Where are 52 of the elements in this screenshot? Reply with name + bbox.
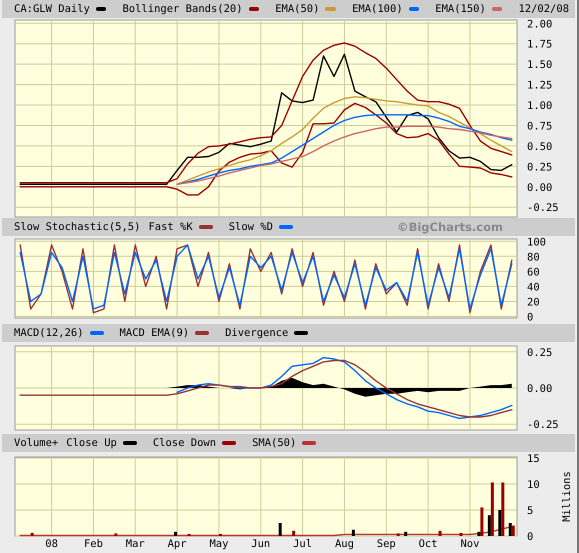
legend-label: EMA(150): [435, 3, 486, 15]
legend-label: MACD(12,26): [14, 327, 84, 339]
axis-label: 10: [527, 479, 540, 492]
legend-label: SMA(50): [252, 437, 296, 449]
axis-label: -0.25: [527, 202, 559, 214]
legend-label: Bollinger Bands(20): [122, 3, 243, 15]
axis-label: 60: [527, 266, 540, 278]
axis-label: Mar: [126, 538, 145, 550]
axis-label: 0: [527, 312, 534, 324]
axis-label: Apr: [168, 538, 187, 550]
axis-label: Sep: [376, 538, 396, 550]
legend-label: MACD EMA(9): [120, 327, 190, 339]
legend-label: Fast %K: [148, 221, 193, 233]
axis-label: 1.75: [527, 38, 552, 51]
axis-label: 08: [45, 538, 58, 550]
panel-title: Slow Stochastic(5,5): [14, 221, 140, 233]
panel-title: Volume+: [14, 437, 58, 449]
axis-label: 0.00: [527, 182, 552, 194]
axis-label: May: [209, 538, 228, 550]
credit-text: ©BigCharts.com: [397, 220, 503, 234]
axis-label: 1.50: [527, 59, 552, 72]
axis-label: Feb: [84, 538, 103, 550]
axis-label: 0: [527, 531, 534, 543]
axis-label: Nov: [460, 538, 480, 550]
axis-label: 5: [527, 505, 534, 518]
axis-label: 20: [527, 296, 540, 308]
legend-label: Close Down: [152, 437, 216, 449]
axis-label: 0.25: [527, 346, 552, 359]
axis-label: 100: [527, 236, 546, 248]
axis-label: 40: [527, 281, 540, 294]
axis-label: 1.00: [527, 100, 552, 112]
axis-label: Aug: [334, 538, 354, 550]
chart-date: 12/02/08: [518, 3, 570, 15]
axis-title: Millions: [561, 471, 573, 522]
axis-label: 0.50: [527, 140, 552, 153]
axis-label: 80: [527, 251, 540, 264]
legend-label: EMA(100): [352, 3, 403, 15]
axis-label: 0.00: [527, 383, 552, 395]
axis-label: 2.00: [527, 18, 552, 30]
axis-label: Oct: [418, 538, 438, 550]
axis-label: 15: [527, 453, 540, 466]
axis-label: Jul: [293, 538, 312, 550]
legend-label: Slow %D: [228, 221, 273, 233]
legend-label: Close Up: [66, 437, 117, 449]
axis-label: 0.75: [527, 120, 552, 132]
legend-label: Divergence: [225, 327, 288, 339]
legend-label: EMA(50): [275, 3, 320, 15]
axis-label: 1.25: [527, 80, 552, 92]
axis-label: Jun: [251, 538, 270, 550]
axis-label: 0.25: [527, 161, 552, 174]
axis-label: -0.25: [527, 419, 559, 432]
legend-label: CA:GLW Daily: [14, 3, 90, 15]
